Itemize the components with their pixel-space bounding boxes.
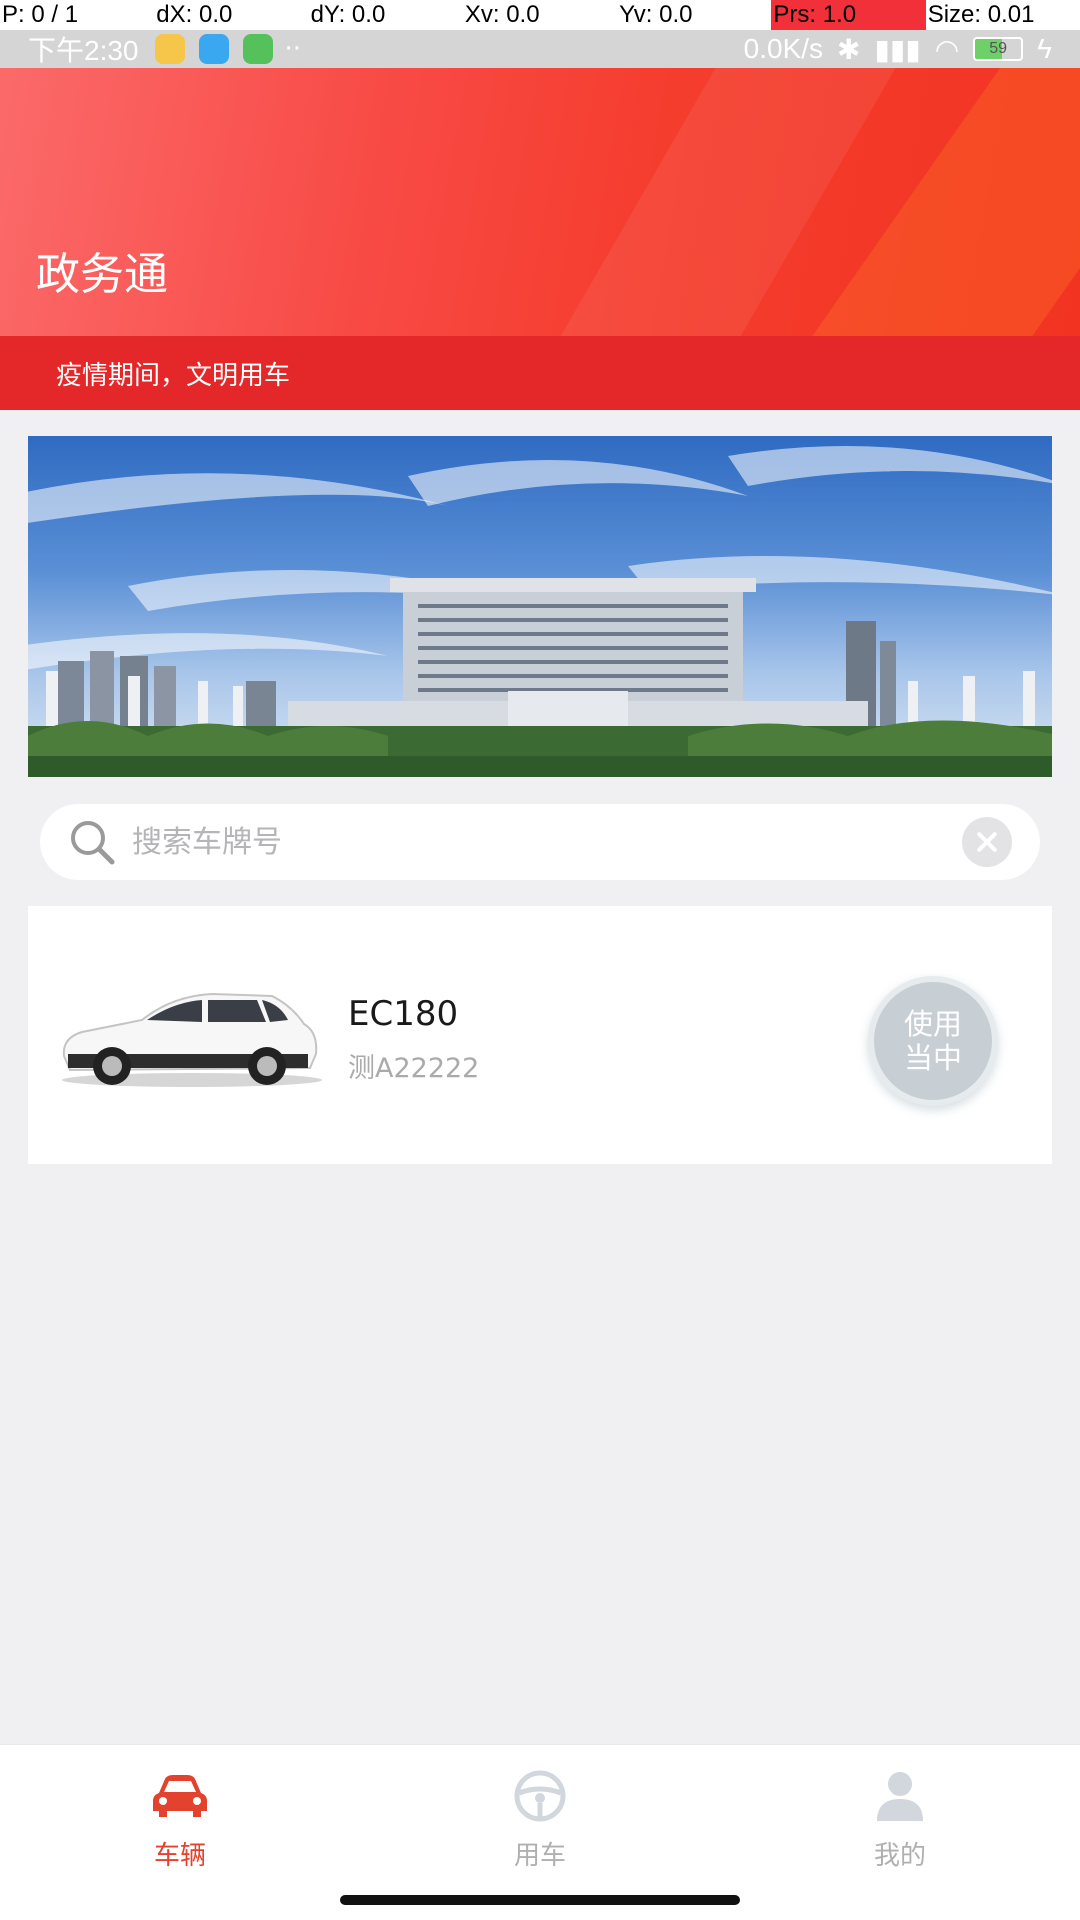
vehicle-status-label: 使用当中 — [903, 1007, 962, 1075]
weather-app-icon — [154, 34, 185, 64]
search-icon — [71, 821, 115, 865]
plate-search-input[interactable] — [132, 824, 962, 860]
debug-yv: Yv: 0.0 — [619, 1, 693, 28]
tab-use-car[interactable]: 用车 — [360, 1745, 720, 1920]
tab-label: 车辆 — [153, 1841, 206, 1871]
android-app-icon — [242, 34, 273, 64]
notice-text: 疫情期间，文明用车 — [56, 360, 291, 391]
more-notifications-icon: ·· — [284, 34, 302, 64]
app-header: 政务通 — [0, 68, 1080, 336]
tab-mine[interactable]: 我的 — [720, 1745, 1080, 1920]
tab-label: 我的 — [873, 1841, 926, 1871]
car-icon — [153, 1775, 207, 1817]
vehicle-card[interactable]: EC180 测A22222 使用当中 — [28, 906, 1052, 1164]
battery-icon: 59 — [973, 37, 1024, 61]
debug-dy: dY: 0.0 — [310, 1, 386, 28]
signal-icon: ▮▮▮ — [874, 33, 921, 65]
status-time: 下午2:30 — [28, 35, 139, 66]
wifi-icon: ◠ — [934, 33, 960, 65]
charging-icon: ϟ — [1037, 33, 1052, 64]
debug-xv: Xv: 0.0 — [464, 1, 540, 28]
banner-image — [28, 436, 1052, 777]
vehicle-model: EC180 — [348, 994, 459, 1034]
clear-search-icon[interactable] — [962, 817, 1012, 867]
vehicle-status-badge[interactable]: 使用当中 — [868, 976, 998, 1106]
debug-pointer: P: 0 / 1 — [2, 1, 79, 28]
bottom-tab-bar: 车辆 用车 我的 — [0, 1744, 1080, 1920]
notice-bar: 疫情期间，文明用车 — [0, 336, 1080, 410]
steering-wheel-icon — [514, 1770, 566, 1822]
home-indicator[interactable] — [340, 1895, 740, 1905]
header-decoration — [484, 68, 896, 336]
user-icon — [877, 1772, 923, 1821]
network-speed: 0.0K/s — [743, 33, 824, 64]
pointer-location-overlay: P: 0 / 1 dX: 0.0 dY: 0.0 Xv: 0.0 Yv: 0.0… — [0, 0, 1080, 30]
bluetooth-icon: ✱ — [837, 33, 861, 65]
vehicle-image — [62, 992, 322, 1087]
debug-dx: dX: 0.0 — [156, 1, 233, 28]
upload-app-icon — [198, 34, 229, 64]
app-title: 政务通 — [36, 249, 168, 300]
search-bar[interactable] — [40, 804, 1040, 880]
status-bar: 下午2:30 ·· 0.0K/s ✱ ▮▮▮ ◠ 59 ϟ — [0, 30, 1080, 68]
vehicle-plate: 测A22222 — [348, 1053, 480, 1084]
debug-size: Size: 0.01 — [927, 1, 1035, 28]
notification-icons — [154, 34, 273, 64]
debug-pressure: Prs: 1.0 — [771, 0, 926, 30]
tab-vehicles[interactable]: 车辆 — [0, 1745, 360, 1920]
tab-label: 用车 — [513, 1841, 566, 1871]
